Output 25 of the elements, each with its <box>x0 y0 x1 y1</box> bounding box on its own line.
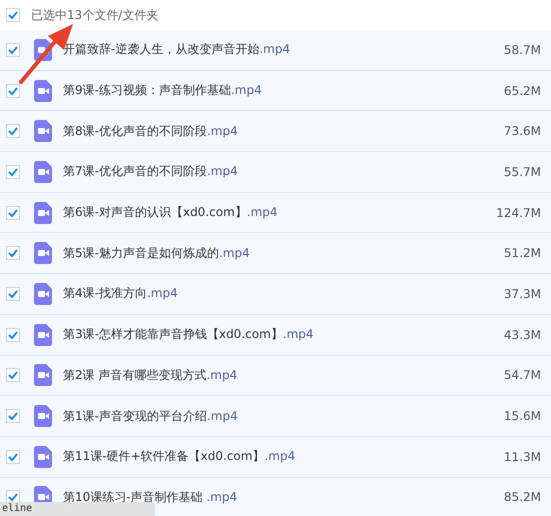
selection-count-label: 已选中13个文件/文件夹 <box>31 6 158 24</box>
file-name: 第8课-优化声音的不同阶段.mp4 <box>63 122 238 140</box>
file-name: 第7课-优化声音的不同阶段.mp4 <box>63 163 238 180</box>
file-name: 开篇致辞-逆袭人生，从改变声音开始.mp4 <box>63 41 290 58</box>
file-size: 37.3M <box>504 286 541 301</box>
file-size: 58.7M <box>504 42 541 57</box>
file-size: 124.7M <box>496 206 541 220</box>
file-size: 11.3M <box>504 450 541 464</box>
file-name: 第1课-声音变现的平台介绍.mp4 <box>63 408 238 425</box>
file-size: 65.2M <box>504 84 541 98</box>
file-size: 54.7M <box>504 368 541 382</box>
file-size: 73.6M <box>504 124 541 138</box>
file-name: 第6课-对声音的认识【xd0.com】.mp4 <box>63 204 278 222</box>
file-size: 85.2M <box>504 490 541 504</box>
file-name: 第3课-怎样才能靠声音挣钱【xd0.com】.mp4 <box>63 326 314 344</box>
file-name: 第4课-找准方向.mp4 <box>63 285 178 302</box>
file-name: 第11课-硬件+软件准备【xd0.com】.mp4 <box>63 448 296 466</box>
file-size: 15.6M <box>504 409 541 424</box>
file-size: 51.2M <box>504 246 541 260</box>
status-tooltip: eline <box>0 502 155 516</box>
file-size: 43.3M <box>504 328 541 342</box>
file-name: 第2课 声音有哪些变现方式.mp4 <box>63 366 238 384</box>
file-name: 第9课-练习视频：声音制作基础.mp4 <box>63 82 262 100</box>
file-name: 第5课-魅力声音是如何炼成的.mp4 <box>63 244 250 262</box>
file-size: 55.7M <box>504 164 541 179</box>
